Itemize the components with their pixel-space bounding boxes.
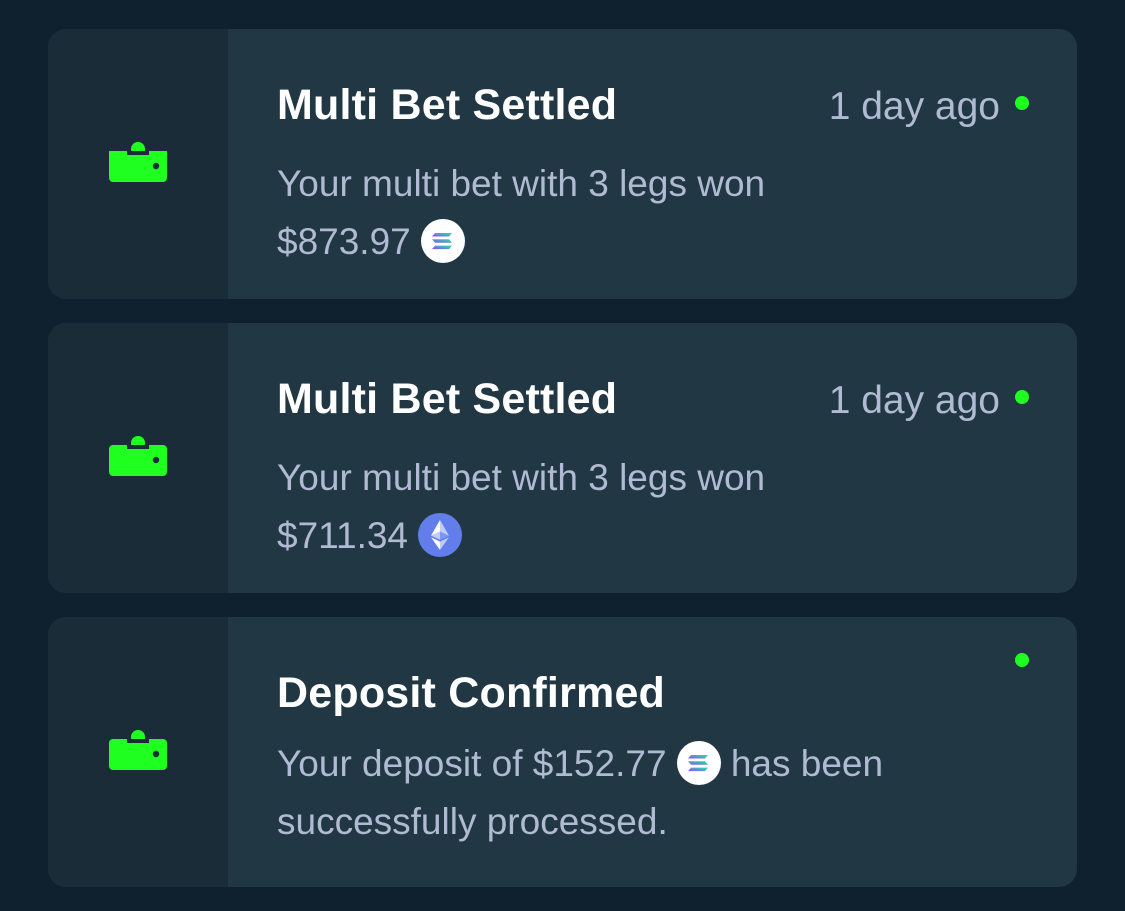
notification-list: Multi Bet Settled 1 day ago Your multi b… [48, 29, 1077, 911]
notification-item[interactable]: Deposit Confirmed Your deposit of $152.7… [48, 617, 1077, 887]
notification-time: 1 day ago [828, 379, 1000, 422]
solana-icon [676, 741, 721, 786]
notification-time: 1 day ago [828, 85, 1000, 128]
notification-icon-column [48, 323, 228, 593]
notification-item[interactable]: Multi Bet Settled 1 day ago Your multi b… [48, 29, 1077, 299]
solana-icon [420, 219, 465, 264]
deposit-amount: $152.77 [532, 743, 667, 784]
notification-message: Your multi bet with 3 legs won $873.97 [277, 155, 1017, 271]
notification-message: Your multi bet with 3 legs won $711.34 [277, 449, 1017, 565]
message-prefix: Your deposit of [277, 743, 523, 784]
wallet-icon [109, 141, 167, 187]
win-amount: $873.97 [277, 221, 411, 262]
unread-indicator [1015, 390, 1029, 404]
notification-message: Your deposit of $152.77 has been success… [277, 735, 1037, 851]
notification-title: Multi Bet Settled [277, 375, 618, 423]
notification-icon-column [48, 617, 228, 887]
notification-title: Deposit Confirmed [277, 669, 666, 717]
notification-item[interactable]: Multi Bet Settled 1 day ago Your multi b… [48, 323, 1077, 593]
notification-icon-column [48, 29, 228, 299]
unread-indicator [1015, 96, 1029, 110]
message-text: Your multi bet with 3 legs won [277, 163, 766, 204]
win-amount: $711.34 [277, 515, 408, 556]
ethereum-icon [418, 513, 462, 558]
message-text: Your multi bet with 3 legs won [277, 457, 766, 498]
notification-title: Multi Bet Settled [277, 81, 618, 129]
wallet-icon [109, 435, 167, 481]
unread-indicator [1015, 653, 1029, 667]
wallet-icon [109, 729, 167, 775]
